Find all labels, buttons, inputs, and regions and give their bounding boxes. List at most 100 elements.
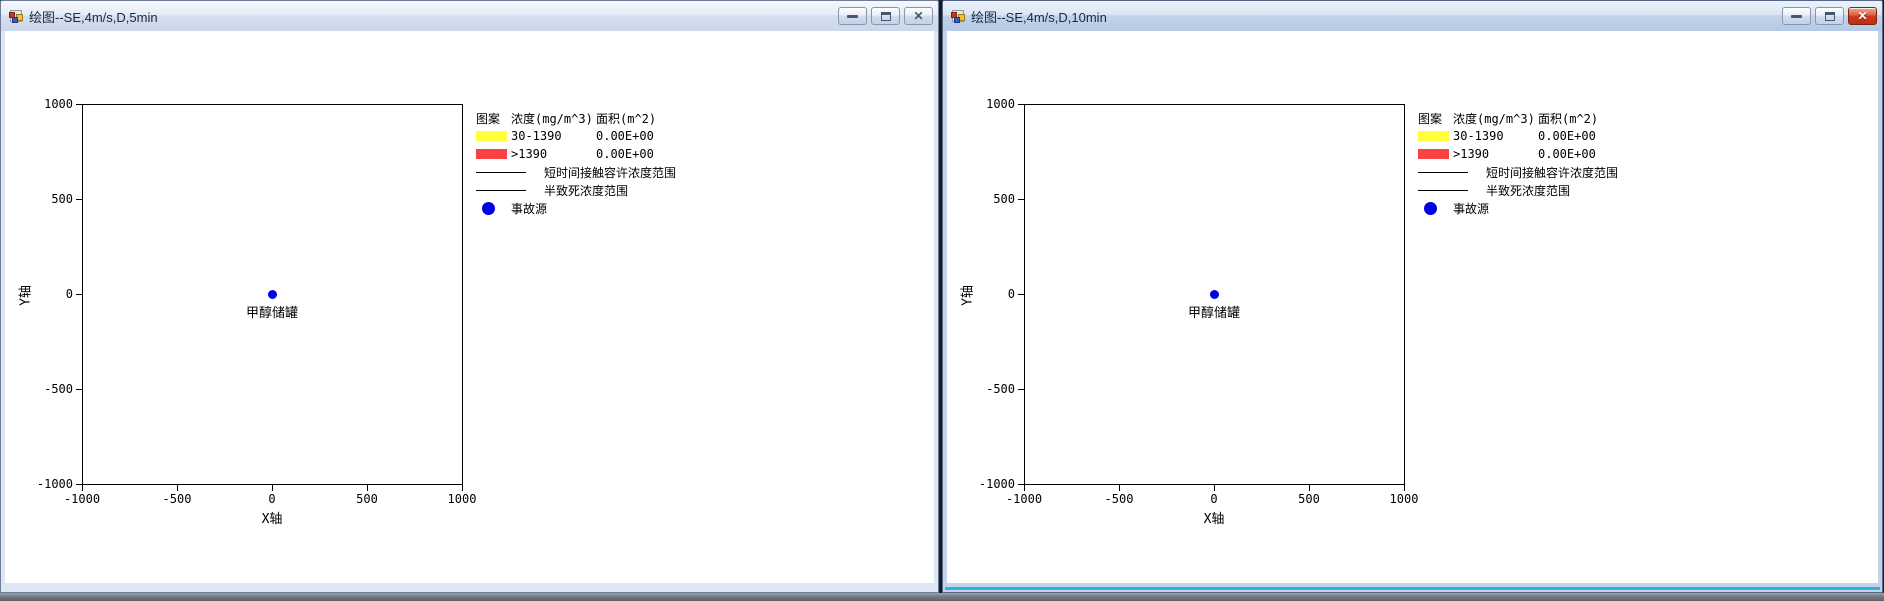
mdi-background-strip bbox=[0, 593, 1884, 601]
y-axis-title: Y轴 bbox=[18, 285, 34, 306]
maximize-button[interactable] bbox=[871, 7, 900, 25]
x-tick-label: -500 bbox=[162, 492, 192, 506]
y-tick-label: -1000 bbox=[978, 477, 1015, 491]
legend-row-lc50: 半致死浓度范围 bbox=[1418, 181, 1618, 199]
legend-header-area: 面积(m^2) bbox=[1538, 111, 1599, 126]
window-controls: ✕ bbox=[838, 7, 933, 25]
legend-label: 30-1390 bbox=[1453, 129, 1504, 143]
x-tick-label: 500 bbox=[356, 492, 378, 506]
legend-header-concentration: 浓度(mg/m^3) bbox=[511, 111, 593, 126]
x-tick bbox=[462, 485, 463, 491]
accident-source-label: 甲醇储罐 bbox=[245, 306, 298, 321]
x-tick bbox=[177, 485, 178, 491]
legend-value: 0.00E+00 bbox=[596, 147, 654, 161]
plot-window-10min: 绘图--SE,4m/s,D,10min ✕ 1000 500 0 -500 -1… bbox=[942, 0, 1883, 593]
x-tick bbox=[1024, 485, 1025, 491]
titlebar[interactable]: 绘图--SE,4m/s,D,10min ✕ bbox=[943, 1, 1882, 31]
legend-header: 图案 浓度(mg/m^3) 面积(m^2) bbox=[476, 109, 676, 127]
legend-value: 0.00E+00 bbox=[596, 129, 654, 143]
legend-row-source: 事故源 bbox=[1418, 199, 1618, 217]
y-tick bbox=[1018, 199, 1024, 200]
legend-header-area: 面积(m^2) bbox=[596, 111, 657, 126]
form-icon bbox=[950, 8, 966, 24]
legend: 图案 浓度(mg/m^3) 面积(m^2) 30-1390 0.00E+00 >… bbox=[1418, 109, 1618, 217]
legend-row-red: >1390 0.00E+00 bbox=[476, 145, 676, 163]
legend-row-lc50: 半致死浓度范围 bbox=[476, 181, 676, 199]
y-tick-label: -500 bbox=[44, 382, 73, 396]
y-tick bbox=[76, 389, 82, 390]
minimize-icon bbox=[847, 14, 858, 18]
legend-label: >1390 bbox=[511, 147, 548, 161]
x-tick-label: 1000 bbox=[447, 492, 477, 506]
legend-row-yellow: 30-1390 0.00E+00 bbox=[1418, 127, 1618, 145]
y-tick bbox=[76, 199, 82, 200]
legend-value: 0.00E+00 bbox=[1538, 147, 1596, 161]
maximize-button[interactable] bbox=[1815, 7, 1844, 25]
x-tick-label: 500 bbox=[1298, 492, 1320, 506]
x-tick-label: -1000 bbox=[63, 492, 101, 506]
y-tick-label: -1000 bbox=[36, 477, 73, 491]
line-symbol bbox=[476, 189, 526, 191]
y-axis-title: Y轴 bbox=[960, 285, 976, 306]
y-tick bbox=[1018, 389, 1024, 390]
dispersion-chart: 1000 500 0 -500 -1000 -1000 -500 0 500 1… bbox=[947, 31, 1878, 583]
x-tick-label: 0 bbox=[1210, 492, 1218, 506]
accident-source-marker bbox=[1210, 290, 1219, 299]
legend-value: 0.00E+00 bbox=[1538, 129, 1596, 143]
y-tick bbox=[76, 104, 82, 105]
legend-label: 短时间接触容许浓度范围 bbox=[1486, 165, 1619, 180]
y-tick-label: 500 bbox=[51, 192, 73, 206]
close-button[interactable]: ✕ bbox=[904, 7, 933, 25]
legend-label: 短时间接触容许浓度范围 bbox=[544, 165, 677, 180]
legend-header-pattern: 图案 bbox=[1418, 111, 1443, 126]
legend-label: 事故源 bbox=[511, 201, 548, 216]
line-symbol bbox=[476, 171, 526, 173]
source-dot-icon bbox=[1424, 201, 1437, 215]
y-tick-label: 0 bbox=[65, 287, 73, 301]
y-tick-label: 1000 bbox=[986, 97, 1015, 111]
minimize-button[interactable] bbox=[1782, 7, 1811, 25]
y-tick-label: -500 bbox=[986, 382, 1015, 396]
window-title: 绘图--SE,4m/s,D,10min bbox=[971, 9, 1107, 25]
legend-label: 事故源 bbox=[1453, 201, 1490, 216]
x-tick-label: -500 bbox=[1104, 492, 1134, 506]
close-icon: ✕ bbox=[913, 9, 924, 23]
close-icon: ✕ bbox=[1857, 9, 1868, 23]
y-tick-label: 1000 bbox=[44, 97, 73, 111]
legend-row-yellow: 30-1390 0.00E+00 bbox=[476, 127, 676, 145]
x-tick bbox=[1214, 485, 1215, 491]
legend-row-source: 事故源 bbox=[476, 199, 676, 217]
legend: 图案 浓度(mg/m^3) 面积(m^2) 30-1390 0.00E+00 >… bbox=[476, 109, 676, 217]
minimize-button[interactable] bbox=[838, 7, 867, 25]
line-symbol bbox=[1418, 189, 1468, 191]
accident-source-marker bbox=[268, 290, 277, 299]
x-tick-label: -1000 bbox=[1005, 492, 1043, 506]
maximize-icon bbox=[1824, 11, 1835, 21]
x-axis-title: X轴 bbox=[261, 512, 283, 527]
maximize-icon bbox=[880, 11, 891, 21]
window-title: 绘图--SE,4m/s,D,5min bbox=[29, 9, 158, 25]
legend-label: 30-1390 bbox=[511, 129, 562, 143]
x-tick bbox=[367, 485, 368, 491]
yellow-swatch bbox=[476, 131, 507, 141]
window-controls: ✕ bbox=[1782, 7, 1877, 25]
legend-label: 半致死浓度范围 bbox=[1486, 183, 1571, 198]
source-dot-icon bbox=[482, 201, 495, 215]
x-tick bbox=[1119, 485, 1120, 491]
close-button[interactable]: ✕ bbox=[1848, 7, 1877, 25]
legend-label: 半致死浓度范围 bbox=[544, 183, 629, 198]
red-swatch bbox=[476, 149, 507, 159]
line-symbol bbox=[1418, 171, 1468, 173]
x-axis-title: X轴 bbox=[1203, 512, 1225, 527]
y-tick bbox=[76, 294, 82, 295]
x-tick bbox=[272, 485, 273, 491]
x-tick-label: 0 bbox=[268, 492, 276, 506]
x-tick-label: 1000 bbox=[1389, 492, 1419, 506]
y-tick bbox=[1018, 104, 1024, 105]
y-tick-label: 0 bbox=[1007, 287, 1015, 301]
y-tick bbox=[1018, 294, 1024, 295]
titlebar[interactable]: 绘图--SE,4m/s,D,5min ✕ bbox=[1, 1, 938, 31]
legend-row-stel: 短时间接触容许浓度范围 bbox=[476, 163, 676, 181]
legend-header-pattern: 图案 bbox=[476, 111, 501, 126]
yellow-swatch bbox=[1418, 131, 1449, 141]
